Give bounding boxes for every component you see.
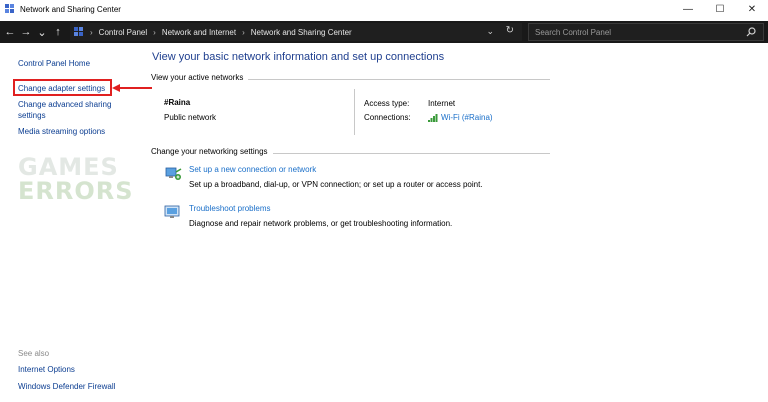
windows-defender-firewall-link[interactable]: Windows Defender Firewall: [18, 381, 115, 392]
section-divider: [273, 153, 550, 154]
address-field[interactable]: › Control Panel › Network and Internet ›…: [70, 23, 522, 41]
connections-label: Connections:: [364, 113, 411, 122]
breadcrumb-separator: ›: [242, 27, 245, 37]
refresh-button[interactable]: ↻: [506, 25, 514, 36]
close-button[interactable]: ✕: [736, 0, 768, 18]
breadcrumb-network-and-sharing-center[interactable]: Network and Sharing Center: [251, 28, 352, 37]
access-type-label: Access type:: [364, 99, 410, 108]
back-button[interactable]: ←: [2, 21, 18, 43]
address-history-dropdown-icon[interactable]: ⌄: [486, 26, 494, 37]
network-info-divider: [354, 89, 355, 135]
search-icon[interactable]: [746, 27, 756, 39]
breadcrumb-network-and-internet[interactable]: Network and Internet: [162, 28, 236, 37]
search-input[interactable]: [535, 27, 735, 37]
forward-button[interactable]: →: [18, 21, 34, 43]
troubleshoot-problems-description: Diagnose and repair network problems, or…: [189, 219, 453, 228]
breadcrumb-separator: ›: [153, 27, 156, 37]
wifi-signal-icon: [428, 113, 438, 122]
active-networks-section-label: View your active networks: [151, 73, 244, 82]
section-divider: [248, 79, 550, 80]
page-title: View your basic network information and …: [152, 51, 445, 63]
change-adapter-settings-link[interactable]: Change adapter settings: [18, 83, 105, 94]
setup-new-connection-description: Set up a broadband, dial-up, or VPN conn…: [189, 180, 483, 189]
control-panel-home-link[interactable]: Control Panel Home: [18, 58, 90, 69]
address-bar: ← → ⌄ ↑ › Control Panel › Network and In…: [0, 21, 768, 43]
up-button[interactable]: ↑: [50, 21, 66, 43]
annotation-arrow-icon: [112, 84, 152, 92]
setup-new-connection-link[interactable]: Set up a new connection or network: [189, 165, 316, 174]
watermark-line-1: GAMES: [18, 153, 119, 181]
access-type-value: Internet: [428, 99, 456, 108]
title-bar: Network and Sharing Center — ☐ ✕: [0, 0, 768, 18]
left-navigation-pane: Control Panel Home Change adapter settin…: [0, 43, 152, 402]
window-controls: — ☐ ✕: [672, 0, 768, 18]
recent-locations-button[interactable]: ⌄: [34, 21, 50, 43]
change-settings-section-label: Change your networking settings: [151, 147, 268, 156]
minimize-button[interactable]: —: [672, 0, 704, 18]
main-content: View your basic network information and …: [150, 43, 768, 402]
control-panel-location-icon: [74, 27, 84, 37]
media-streaming-options-link[interactable]: Media streaming options: [18, 126, 105, 137]
breadcrumb-control-panel[interactable]: Control Panel: [99, 28, 147, 37]
breadcrumb-separator: ›: [90, 27, 93, 37]
troubleshoot-problems-link[interactable]: Troubleshoot problems: [189, 204, 271, 213]
network-type[interactable]: Public network: [164, 113, 216, 122]
network-center-app-icon: [5, 4, 15, 14]
troubleshoot-icon: [164, 205, 180, 218]
search-box[interactable]: [528, 23, 764, 41]
change-advanced-sharing-settings-link[interactable]: Change advanced sharing settings: [18, 99, 128, 121]
wifi-connection-link[interactable]: Wi-Fi (#Raina): [428, 113, 493, 122]
window-title: Network and Sharing Center: [20, 4, 121, 14]
watermark-line-2: ERRORS: [18, 177, 134, 205]
network-name: #Raina: [164, 98, 191, 107]
watermark-logo: GAMES ERRORS: [18, 155, 134, 203]
internet-options-link[interactable]: Internet Options: [18, 364, 75, 375]
maximize-button[interactable]: ☐: [704, 0, 736, 18]
wifi-connection-label[interactable]: Wi-Fi (#Raina): [441, 113, 493, 122]
see-also-label: See also: [18, 349, 50, 358]
new-connection-icon: [165, 167, 182, 180]
